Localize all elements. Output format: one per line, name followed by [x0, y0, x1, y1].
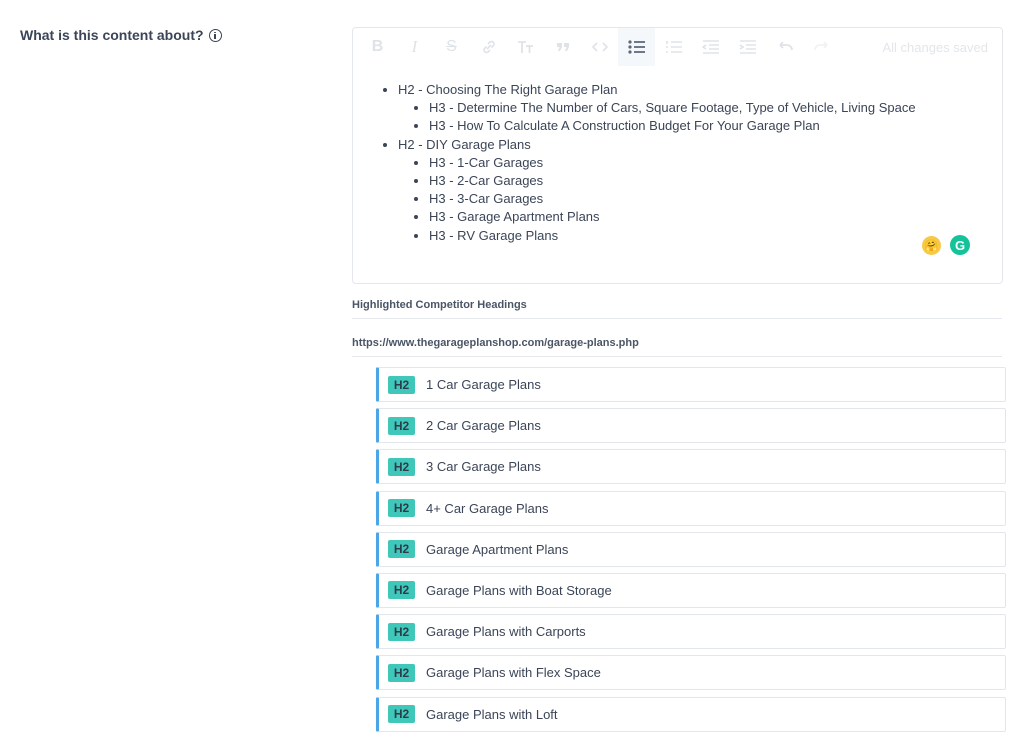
link-button[interactable] — [470, 28, 507, 66]
list-icon — [627, 40, 645, 54]
outline-subitem: H3 - RV Garage Plans — [429, 227, 1002, 245]
outline-subitem-text: H3 - How To Calculate A Construction Bud… — [429, 118, 820, 134]
heading-tag-badge: H2 — [388, 375, 415, 394]
editor-content[interactable]: H2 - Choosing The Right Garage Plan H3 -… — [353, 66, 1002, 245]
heading-text: 2 Car Garage Plans — [426, 418, 541, 434]
heading-text: Garage Apartment Plans — [426, 541, 569, 557]
heading-text: 4+ Car Garage Plans — [426, 500, 549, 516]
heading-text: Garage Plans with Flex Space — [426, 665, 601, 681]
outline-subitem: H3 - 3-Car Garages — [429, 190, 1002, 208]
heading-tag-badge: H2 — [388, 622, 415, 641]
competitor-heading-row[interactable]: H2 Garage Plans with Boat Storage — [376, 572, 1006, 608]
outline-item-text: H2 - Choosing The Right Garage Plan — [398, 82, 618, 97]
indent-button[interactable] — [729, 28, 766, 66]
strikethrough-icon: S — [446, 38, 457, 55]
competitor-heading-row[interactable]: H2 Garage Plans with Flex Space — [376, 655, 1006, 691]
save-status: All changes saved — [882, 40, 988, 55]
info-icon[interactable] — [208, 28, 222, 42]
italic-button[interactable]: I — [396, 28, 433, 66]
grammarly-icon[interactable]: G — [950, 235, 970, 255]
competitor-heading-row[interactable]: H2 3 Car Garage Plans — [376, 449, 1006, 485]
outline-subitem-text: H3 - Garage Apartment Plans — [429, 209, 600, 225]
heading-tag-badge: H2 — [388, 663, 415, 682]
outline-item: H2 - DIY Garage Plans H3 - 1-Car Garages… — [398, 136, 1002, 245]
outdent-button[interactable] — [692, 28, 729, 66]
outline-editor[interactable]: B I S All changes saved • H2 - Choosing … — [352, 27, 1003, 284]
heading-button[interactable] — [507, 28, 544, 66]
quote-icon — [556, 43, 569, 51]
bulleted-list-button[interactable] — [618, 28, 655, 66]
redo-button[interactable] — [803, 28, 840, 66]
heading-tag-badge: H2 — [388, 416, 415, 435]
competitor-heading-row[interactable]: H2 4+ Car Garage Plans — [376, 490, 1006, 526]
outdent-icon — [701, 40, 719, 54]
undo-icon — [778, 41, 793, 51]
link-icon — [482, 40, 495, 54]
heading-text: Garage Plans with Loft — [426, 706, 558, 722]
indent-icon — [739, 40, 756, 54]
outline-subitem-text: H3 - 3-Car Garages — [429, 191, 544, 207]
emoji-extension-icon[interactable]: 🤗 — [922, 236, 941, 255]
outline-subitem-text: H3 - 2-Car Garages — [429, 173, 544, 189]
outline-subitem: H3 - Determine The Number of Cars, Squar… — [429, 99, 1002, 117]
heading-tag-badge: H2 — [388, 581, 415, 600]
outline-subitem: H3 - 1-Car Garages — [429, 154, 1002, 172]
outline-subitem: H3 - How To Calculate A Construction Bud… — [429, 117, 1002, 135]
outline-subitem-text: H3 - RV Garage Plans — [429, 227, 559, 243]
outline-subitem-text: H3 - Determine The Number of Cars, Squar… — [429, 100, 916, 116]
heading-tag-badge: H2 — [388, 499, 415, 518]
heading-tag-badge: H2 — [388, 705, 415, 723]
outline-list: H2 - Choosing The Right Garage Plan H3 -… — [386, 81, 1002, 245]
competitor-heading-row[interactable]: H2 Garage Plans with Loft — [376, 696, 1006, 732]
outline-subitem-text: H3 - 1-Car Garages — [429, 154, 544, 170]
heading-tag-badge: H2 — [388, 457, 415, 476]
outline-subitem: H3 - Garage Apartment Plans — [429, 208, 1002, 226]
heading-text: 3 Car Garage Plans — [426, 459, 541, 475]
heading-text: Garage Plans with Carports — [426, 624, 586, 640]
heading-text: 1 Car Garage Plans — [426, 377, 541, 392]
code-button[interactable] — [581, 28, 618, 66]
outline-item-text: H2 - DIY Garage Plans — [398, 136, 531, 152]
competitor-headings-list: H2 1 Car Garage Plans H2 2 Car Garage Plan… — [376, 367, 1006, 735]
strikethrough-button[interactable]: S — [433, 28, 470, 66]
competitor-heading-row[interactable]: H2 Garage Apartment Plans — [376, 531, 1006, 567]
bold-button[interactable]: B — [359, 28, 396, 66]
numbered-list-button[interactable] — [655, 28, 692, 66]
grammarly-glyph: G — [954, 237, 966, 253]
redo-icon — [813, 41, 828, 51]
heading-text: Garage Plans with Boat Storage — [426, 582, 612, 598]
heading-icon — [517, 41, 533, 53]
emoji-glyph: 🤗 — [924, 240, 939, 252]
outline-item: H2 - Choosing The Right Garage Plan H3 -… — [398, 81, 1002, 136]
competitor-heading-row[interactable]: H2 1 Car Garage Plans — [376, 367, 1006, 402]
undo-button[interactable] — [766, 28, 803, 66]
bold-icon: B — [371, 38, 384, 55]
competitor-heading-row[interactable]: H2 2 Car Garage Plans — [376, 408, 1006, 444]
code-icon — [591, 42, 608, 52]
competitor-heading-row[interactable]: H2 Garage Plans with Carports — [376, 614, 1006, 650]
competitor-url[interactable]: https://www.thegarageplanshop.com/garage… — [352, 337, 1002, 357]
ordered-list-icon — [665, 41, 682, 53]
outline-subitem: H3 - 2-Car Garages — [429, 172, 1002, 190]
heading-tag-badge: H2 — [388, 540, 415, 559]
content-question: What is this content about? — [20, 27, 222, 43]
quote-button[interactable] — [544, 28, 581, 66]
question-label: What is this content about? — [20, 27, 204, 43]
italic-icon: I — [411, 37, 418, 56]
editor-toolbar: B I S All changes saved — [353, 28, 1002, 66]
competitor-section-title: Highlighted Competitor Headings — [352, 299, 1002, 319]
